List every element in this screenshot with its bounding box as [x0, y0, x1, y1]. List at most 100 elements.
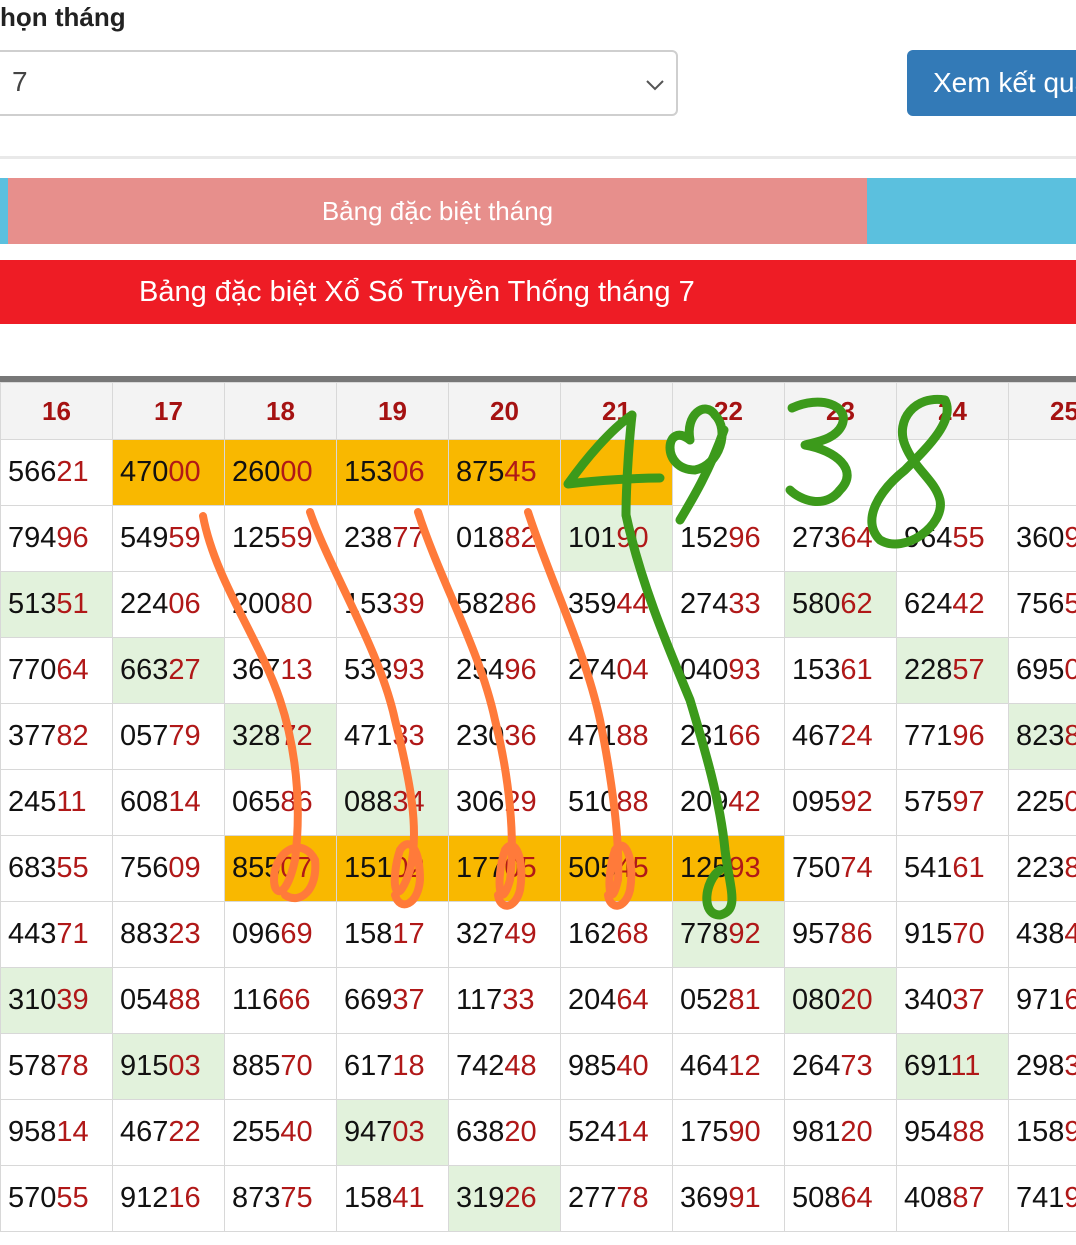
cell-prefix: 438	[1016, 918, 1065, 950]
cell-last-two-digits: 82	[56, 720, 89, 752]
result-cell: 29835	[1008, 1033, 1076, 1100]
cell-last-two-digits: 40	[616, 1050, 649, 1082]
cell-prefix: 360	[1016, 522, 1065, 554]
column-header: 18	[224, 382, 337, 440]
cell-last-two-digits: 75	[280, 1182, 313, 1214]
cell-prefix: 377	[8, 720, 57, 752]
result-cell: 26473	[784, 1033, 897, 1100]
result-cell: 91216	[112, 1165, 225, 1232]
cell-prefix: 505	[568, 852, 617, 884]
cell-last-two-digits: 55	[1064, 588, 1076, 620]
cell-prefix: 954	[904, 1116, 953, 1148]
result-cell: 95814	[0, 1099, 113, 1166]
result-cell: 82388	[1008, 703, 1076, 770]
result-cell: 77892	[672, 901, 785, 968]
cell-prefix: 158	[1016, 1116, 1065, 1148]
cell-prefix: 209	[680, 786, 729, 818]
cell-last-two-digits: 64	[840, 522, 873, 554]
table-row: 57055 91216 87375 15841 31926 27778 36991 50864…	[0, 1165, 1076, 1232]
cell-last-two-digits: 88	[952, 1116, 985, 1148]
cell-last-two-digits: 90	[616, 522, 649, 554]
result-cell: 44371	[0, 901, 113, 968]
cell-last-two-digits: 92	[840, 786, 873, 818]
result-cell: 94703	[336, 1099, 449, 1166]
result-cell: 87375	[224, 1165, 337, 1232]
result-cell: 31926	[448, 1165, 561, 1232]
result-cell: 23877	[336, 505, 449, 572]
tab-special-month[interactable]: Bảng đặc biệt tháng	[8, 178, 867, 244]
cell-last-two-digits: 97	[952, 786, 985, 818]
banner-title: Bảng đặc biệt Xổ Số Truyền Thống tháng 7	[139, 276, 695, 308]
result-cell: 37782	[0, 703, 113, 770]
result-cell: 47133	[336, 703, 449, 770]
cell-last-two-digits: 90	[728, 1116, 761, 1148]
cell-last-two-digits: 55	[56, 1182, 89, 1214]
cell-last-two-digits: 14	[616, 1116, 649, 1148]
table-row: 57878 91503 88570 61718 74248 98540 46412 26473…	[0, 1033, 1076, 1100]
cell-prefix: 823	[1016, 720, 1065, 752]
cell-prefix: 230	[456, 720, 505, 752]
cell-prefix: 741	[1016, 1182, 1065, 1214]
tab-left-edge[interactable]	[0, 178, 8, 244]
cell-last-two-digits: 27	[168, 654, 201, 686]
result-cell: 11733	[448, 967, 561, 1034]
cell-prefix: 971	[1016, 984, 1065, 1016]
result-cell: 54959	[112, 505, 225, 572]
cell-prefix: 471	[344, 720, 393, 752]
table-title-banner: Bảng đặc biệt Xổ Số Truyền Thống tháng 7	[0, 260, 1076, 324]
column-header: 19	[336, 382, 449, 440]
result-cell: 25496	[448, 637, 561, 704]
cell-last-two-digits: 33	[728, 588, 761, 620]
result-cell: 62442	[896, 571, 1009, 638]
cell-prefix: 231	[680, 720, 729, 752]
cell-prefix: 513	[8, 588, 57, 620]
result-cell	[896, 439, 1009, 506]
month-select[interactable]: 7	[0, 50, 678, 116]
cell-prefix: 575	[904, 786, 953, 818]
result-cell: 95786	[784, 901, 897, 968]
cell-prefix: 245	[8, 786, 57, 818]
result-cell: 75609	[112, 835, 225, 902]
cell-prefix: 175	[680, 1116, 729, 1148]
cell-last-two-digits: 82	[504, 522, 537, 554]
result-cell: 97162	[1008, 967, 1076, 1034]
cell-last-two-digits: 48	[504, 1050, 537, 1082]
chevron-down-icon	[646, 80, 664, 91]
result-cell: 57878	[0, 1033, 113, 1100]
cell-prefix: 663	[120, 654, 169, 686]
cell-prefix: 088	[344, 786, 393, 818]
cell-last-two-digits: 07	[280, 852, 313, 884]
result-cell: 36991	[672, 1165, 785, 1232]
cell-prefix: 582	[456, 588, 505, 620]
column-header: 22	[672, 382, 785, 440]
cell-last-two-digits: 24	[840, 720, 873, 752]
cell-prefix: 080	[792, 984, 841, 1016]
table-row: 79496 54959 12559 23877 01882 10190 15296 27364…	[0, 505, 1076, 572]
results-table: 16171819202122232425 5662147000260001530…	[0, 376, 1076, 1232]
cell-prefix: 052	[680, 984, 729, 1016]
result-cell: 15339	[336, 571, 449, 638]
cell-prefix: 669	[344, 984, 393, 1016]
cell-last-two-digits: 29	[504, 786, 537, 818]
result-cell: 66327	[112, 637, 225, 704]
cell-last-two-digits: 91	[728, 1182, 761, 1214]
cell-prefix: 510	[568, 786, 617, 818]
result-cell: 15896	[1008, 1099, 1076, 1166]
result-cell: 20942	[672, 769, 785, 836]
result-cell: 05281	[672, 967, 785, 1034]
cell-last-two-digits: 70	[280, 1050, 313, 1082]
cell-last-two-digits: 11	[56, 786, 87, 818]
cell-prefix: 367	[232, 654, 281, 686]
cell-last-two-digits: 88	[168, 984, 201, 1016]
result-cell: 69111	[896, 1033, 1009, 1100]
table-row: 68355 75609 85507 15102 17705 50545 12593 75074…	[0, 835, 1076, 902]
cell-prefix: 254	[456, 654, 505, 686]
cell-last-two-digits: 05	[1064, 654, 1076, 686]
cell-last-two-digits: 83	[1064, 852, 1076, 884]
result-cell: 25540	[224, 1099, 337, 1166]
divider	[0, 156, 1076, 159]
view-results-button[interactable]: Xem kết quả	[907, 50, 1076, 116]
cell-last-two-digits: 04	[616, 654, 649, 686]
cell-prefix: 152	[680, 522, 729, 554]
tab-next[interactable]	[867, 178, 1076, 244]
